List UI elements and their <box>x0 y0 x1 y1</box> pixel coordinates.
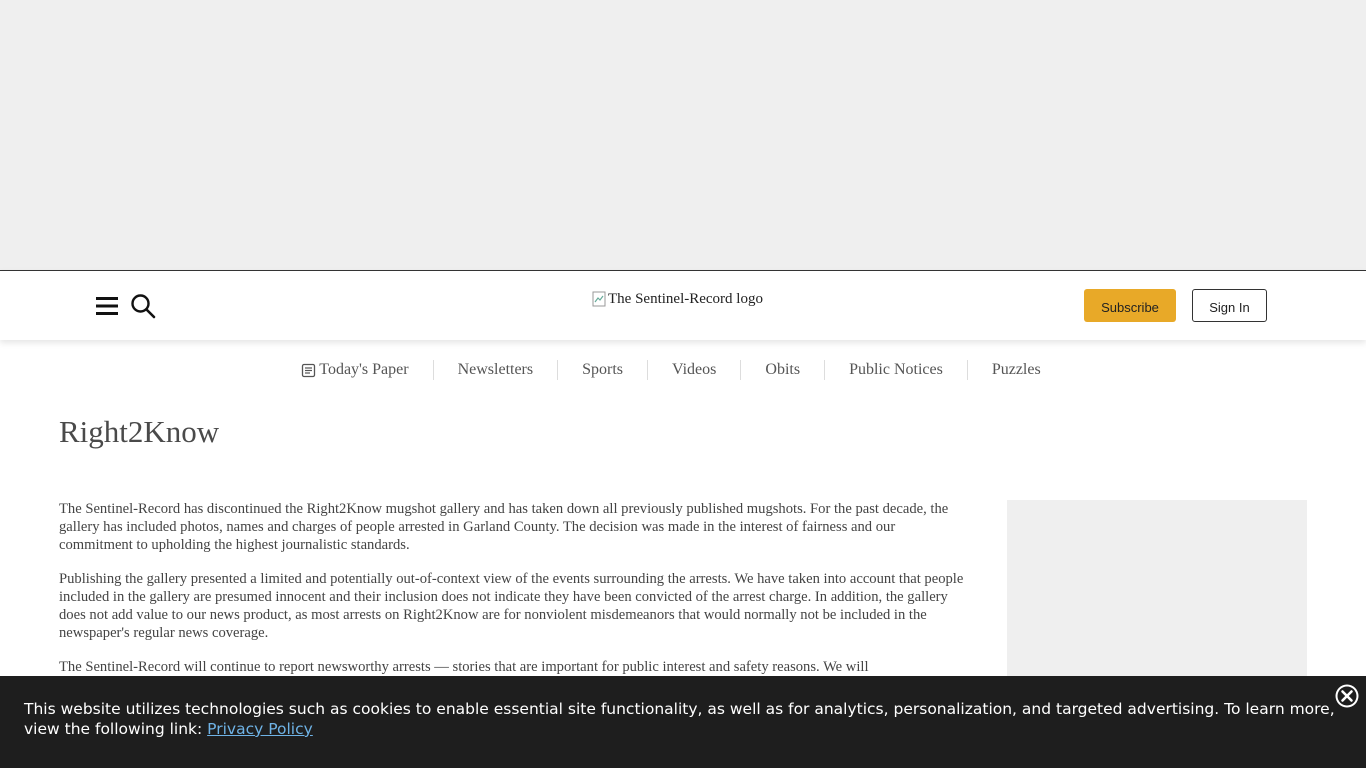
nav-item-todays-paper[interactable]: Today's Paper <box>301 360 432 380</box>
nav-item-label: Obits <box>765 361 801 378</box>
nav-item-puzzles[interactable]: Puzzles <box>966 360 1065 380</box>
article-paragraph: The Sentinel-Record will continue to rep… <box>59 659 869 675</box>
privacy-policy-link[interactable]: Privacy Policy <box>207 720 313 738</box>
nav-item-label: Public Notices <box>849 361 943 378</box>
subscribe-button[interactable]: Subscribe <box>1084 289 1176 322</box>
nav-item-label: Videos <box>672 361 717 378</box>
site-header: The Sentinel-Record logo Subscribe Sign … <box>0 270 1366 340</box>
nav-item-label: Puzzles <box>991 361 1041 378</box>
page-title: Right2Know <box>59 414 220 449</box>
nav-item-obits[interactable]: Obits <box>740 360 824 380</box>
nav-item-label: Today's Paper <box>319 361 409 378</box>
nav-item-public-notices[interactable]: Public Notices <box>824 360 967 380</box>
nav-item-sports[interactable]: Sports <box>557 360 647 380</box>
nav-item-label: Sports <box>582 361 624 378</box>
sign-in-button[interactable]: Sign In <box>1192 289 1267 322</box>
nav-item-videos[interactable]: Videos <box>647 360 740 380</box>
nav-item-label: Newsletters <box>457 361 534 378</box>
search-icon[interactable] <box>130 293 156 319</box>
article-body: The Sentinel-Record has discontinued the… <box>59 500 969 692</box>
hamburger-menu-icon[interactable] <box>96 296 118 316</box>
newspaper-icon <box>302 363 316 377</box>
broken-image-icon <box>592 291 606 307</box>
cookie-banner: This website utilizes technologies such … <box>0 676 1366 768</box>
logo-alt-text: The Sentinel-Record logo <box>608 290 763 307</box>
nav-item-newsletters[interactable]: Newsletters <box>432 360 558 380</box>
top-ad-placeholder <box>0 0 1366 270</box>
site-logo[interactable]: The Sentinel-Record logo <box>592 289 763 309</box>
section-nav: Today's Paper Newsletters Sports Videos … <box>0 356 1366 384</box>
article-paragraph: Publishing the gallery presented a limit… <box>59 571 964 641</box>
cookie-message: This website utilizes technologies such … <box>24 699 1344 739</box>
article-paragraph: The Sentinel-Record has discontinued the… <box>59 501 949 553</box>
